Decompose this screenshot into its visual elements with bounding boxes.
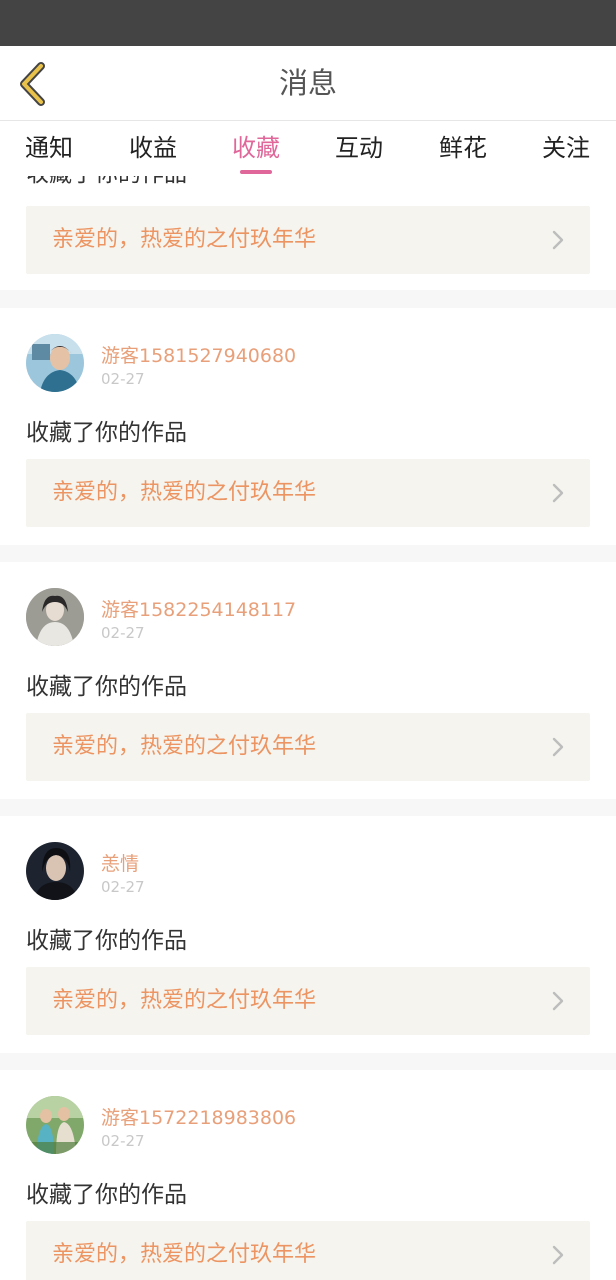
tab-bar: 通知 收益 收藏 互动 鲜花 关注	[0, 122, 616, 176]
list-item: 游客1572218983806 02-27 收藏了你的作品 亲爱的，热爱的之付玖…	[0, 1070, 616, 1280]
action-text: 收藏了你的作品	[26, 674, 187, 700]
message-date: 02-27	[101, 1132, 145, 1150]
chevron-right-icon	[552, 483, 564, 503]
work-link[interactable]: 亲爱的，热爱的之付玖年华	[26, 459, 590, 527]
list-item: 恙情 02-27 收藏了你的作品 亲爱的，热爱的之付玖年华	[0, 816, 616, 1053]
message-date: 02-27	[101, 878, 145, 896]
work-link[interactable]: 亲爱的，热爱的之付玖年华	[26, 967, 590, 1035]
username[interactable]: 游客1572218983806	[101, 1103, 296, 1130]
work-link[interactable]: 亲爱的，热爱的之付玖年华	[26, 713, 590, 781]
tab-favorites-label: 收藏	[232, 134, 280, 162]
chevron-right-icon	[552, 230, 564, 250]
action-text: 收藏了你的作品	[26, 1182, 187, 1208]
action-text: 收藏了你的作品	[26, 420, 187, 446]
work-title: 亲爱的，热爱的之付玖年华	[52, 734, 317, 759]
chevron-right-icon	[552, 737, 564, 757]
list-item: 游客1581527940680 02-27 收藏了你的作品 亲爱的，热爱的之付玖…	[0, 308, 616, 545]
status-bar	[0, 0, 616, 46]
tab-notify[interactable]: 通知	[4, 122, 94, 176]
list-item: 游客1582254148117 02-27 收藏了你的作品 亲爱的，热爱的之付玖…	[0, 562, 616, 799]
work-title: 亲爱的，热爱的之付玖年华	[52, 227, 317, 252]
action-text: 收藏了你的作品	[26, 176, 187, 188]
page-title: 消息	[278, 66, 337, 100]
avatar[interactable]	[26, 842, 84, 900]
chevron-right-icon	[552, 991, 564, 1011]
work-title: 亲爱的，热爱的之付玖年华	[52, 1242, 317, 1267]
work-title: 亲爱的，热爱的之付玖年华	[52, 988, 317, 1013]
message-date: 02-27	[101, 624, 145, 642]
work-link[interactable]: 亲爱的，热爱的之付玖年华	[26, 1221, 590, 1280]
avatar[interactable]	[26, 1096, 84, 1154]
tab-interaction[interactable]: 互动	[314, 122, 404, 176]
nav-bar: 消息	[0, 46, 616, 121]
tab-follow[interactable]: 关注	[521, 122, 611, 176]
work-title: 亲爱的，热爱的之付玖年华	[52, 480, 317, 505]
chevron-right-icon	[552, 1245, 564, 1265]
list-item-partial: 收藏了你的作品 亲爱的，热爱的之付玖年华	[0, 176, 616, 290]
message-date: 02-27	[101, 370, 145, 388]
tab-active-indicator	[240, 170, 272, 174]
avatar[interactable]	[26, 588, 84, 646]
tab-flowers[interactable]: 鲜花	[418, 122, 508, 176]
tab-earnings[interactable]: 收益	[108, 122, 198, 176]
avatar[interactable]	[26, 334, 84, 392]
username[interactable]: 游客1582254148117	[101, 595, 296, 622]
username[interactable]: 游客1581527940680	[101, 341, 296, 368]
action-text: 收藏了你的作品	[26, 928, 187, 954]
username[interactable]: 恙情	[101, 849, 139, 876]
tab-favorites[interactable]: 收藏	[211, 122, 301, 176]
message-list[interactable]: 收藏了你的作品 亲爱的，热爱的之付玖年华 游客1581527940680 02-…	[0, 176, 616, 1280]
work-link[interactable]: 亲爱的，热爱的之付玖年华	[26, 206, 590, 274]
